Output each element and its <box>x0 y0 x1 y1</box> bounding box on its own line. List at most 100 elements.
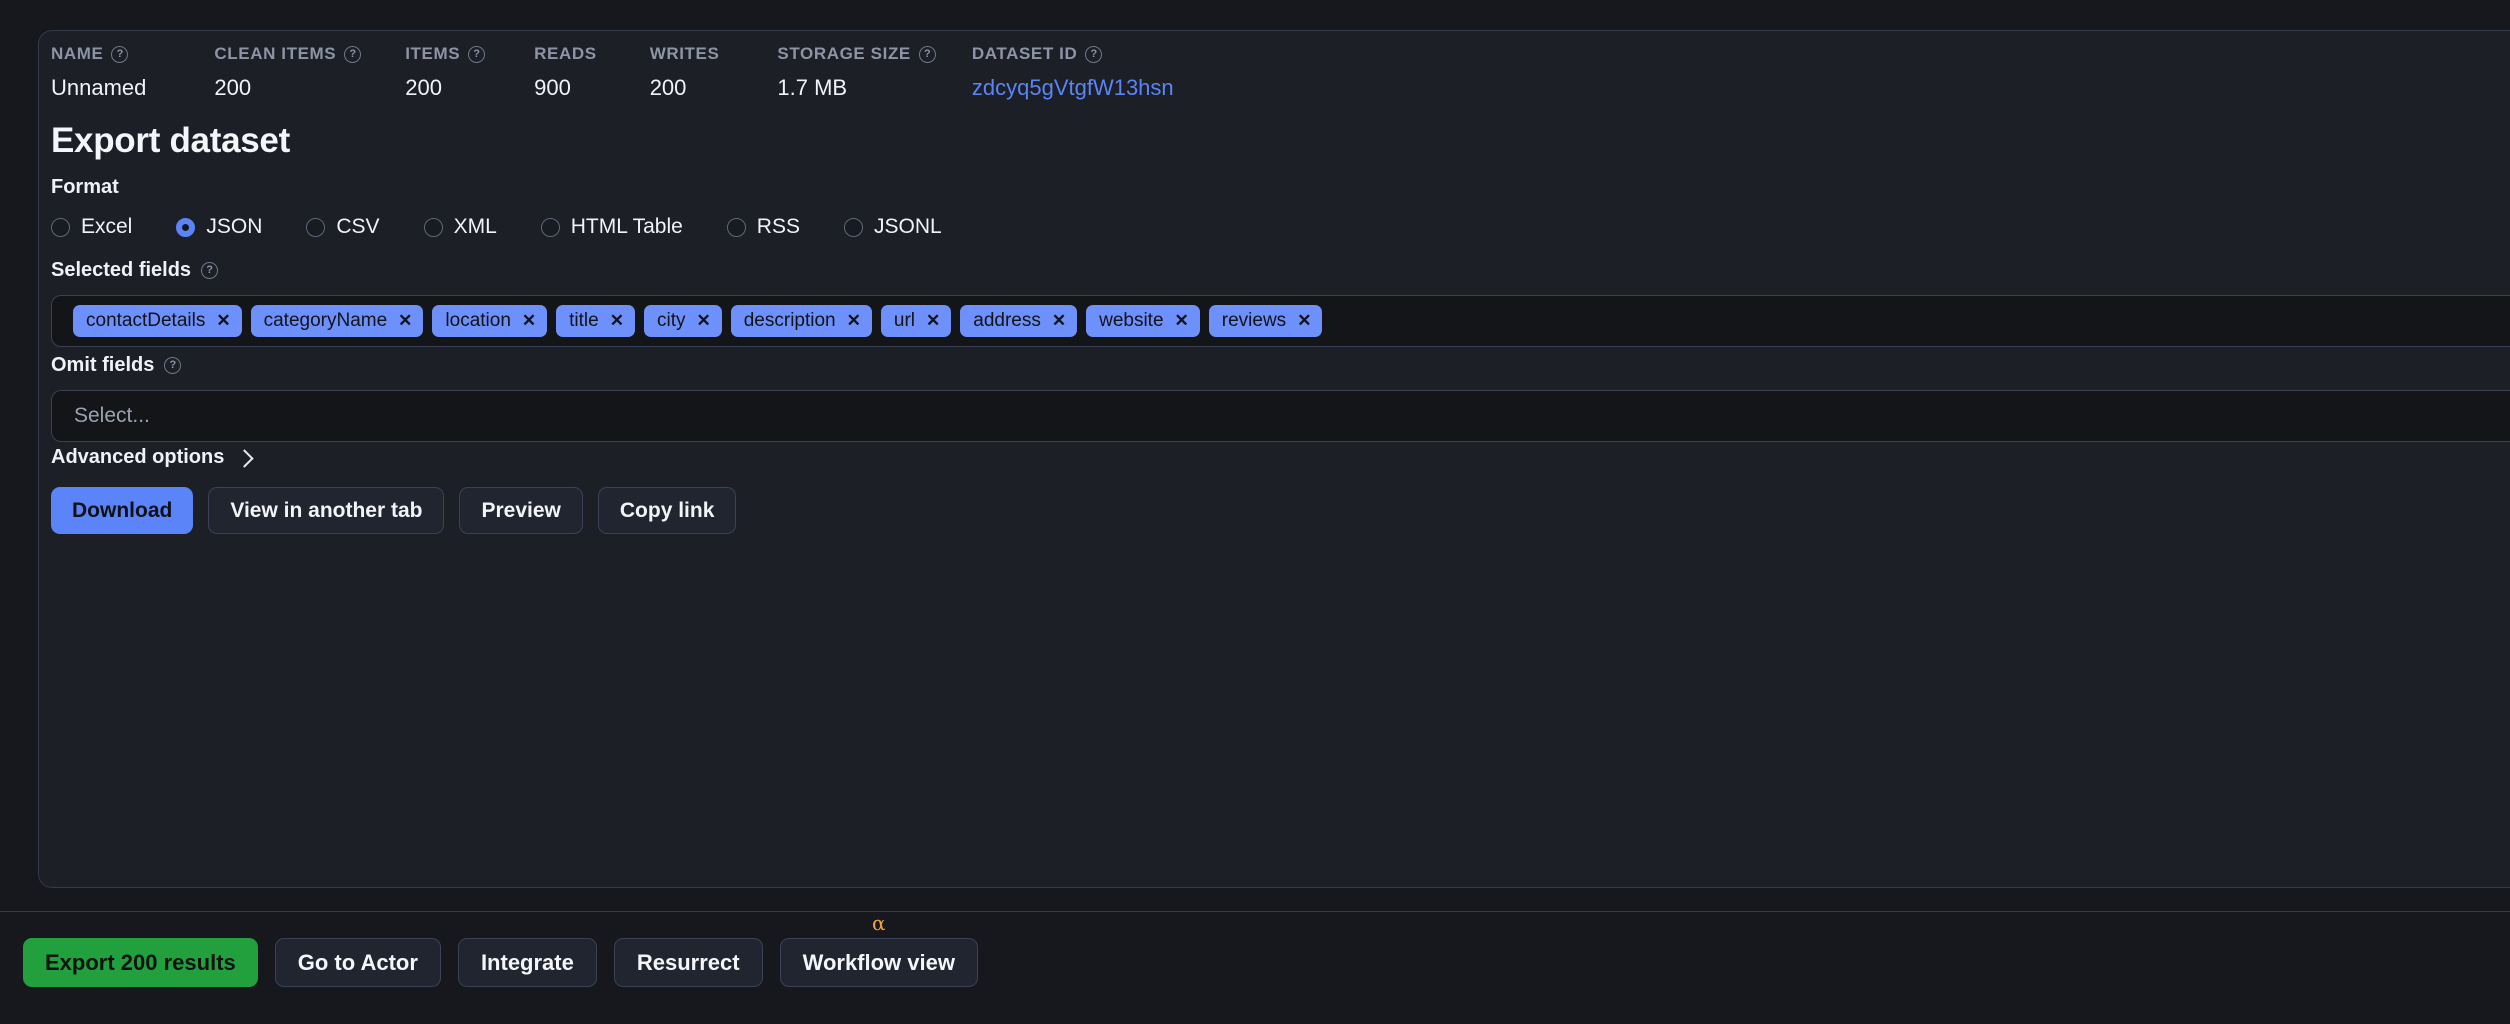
stat-label-row: READS <box>534 43 597 65</box>
chip-label: url <box>893 310 915 331</box>
question-mark-icon[interactable]: ? <box>1085 45 1103 63</box>
selected-fields-input[interactable]: contactDetails ✕ categoryName ✕ location ✕ tit… <box>51 295 2510 347</box>
chip-remove-icon[interactable]: ✕ <box>1052 311 1066 331</box>
omit-fields-label: Omit fields ? <box>51 354 2510 377</box>
chip-label: title <box>569 310 599 331</box>
bottom-button-wrapper: α Workflow view <box>779 911 978 987</box>
format-radio-excel[interactable]: Excel <box>51 215 132 239</box>
chip-remove-icon[interactable]: ✕ <box>398 311 412 331</box>
format-radio-label: HTML Table <box>570 215 683 238</box>
chip-remove-icon[interactable]: ✕ <box>847 311 861 331</box>
radio-button-icon[interactable] <box>306 217 326 237</box>
export-dataset-card: NAME? Unnamed CLEAN ITEMS? 200 ITEMS? 200 READ… <box>38 30 2510 888</box>
question-mark-icon[interactable]: ? <box>468 45 486 63</box>
chip-label: website <box>1099 310 1164 331</box>
omit-fields-placeholder: Select... <box>74 404 150 427</box>
resurrect-button[interactable]: Resurrect <box>613 938 763 987</box>
chip-label: categoryName <box>263 310 388 331</box>
radio-button-icon[interactable] <box>423 217 443 237</box>
selected-fields-label: Selected fields ? <box>51 259 2510 282</box>
stat-label: DATASET ID <box>971 44 1078 63</box>
stat-value: 200 <box>405 75 442 100</box>
export-actions: Download View in another tab Preview Copy l… <box>51 487 737 534</box>
selected-field-chip[interactable]: city ✕ <box>643 305 722 337</box>
selected-field-chip[interactable]: contactDetails ✕ <box>73 305 242 337</box>
stat-reads: READS 900 <box>534 43 597 101</box>
question-mark-icon[interactable]: ? <box>201 262 219 279</box>
selected-fields-label-text: Selected fields <box>51 259 192 281</box>
stat-label: WRITES <box>649 44 720 63</box>
format-radio-label: JSON <box>206 215 263 238</box>
copy-link-button[interactable]: Copy link <box>597 487 737 534</box>
chip-remove-icon[interactable]: ✕ <box>1175 311 1189 331</box>
stat-label-row: CLEAN ITEMS? <box>214 43 362 65</box>
stat-label: CLEAN ITEMS <box>214 44 337 63</box>
radio-button-icon[interactable] <box>51 217 70 237</box>
question-mark-icon[interactable]: ? <box>918 45 936 63</box>
omit-fields-input[interactable]: Select... <box>51 390 2510 442</box>
chip-remove-icon[interactable]: ✕ <box>522 311 536 331</box>
selected-field-chip[interactable]: address ✕ <box>960 305 1078 337</box>
chip-remove-icon[interactable]: ✕ <box>1297 311 1311 331</box>
chip-remove-icon[interactable]: ✕ <box>610 311 624 331</box>
format-radio-xml[interactable]: XML <box>423 215 497 239</box>
selected-fields-section: Selected fields ? contactDetails ✕ categor… <box>51 259 2510 347</box>
chip-label: location <box>445 310 511 331</box>
selected-field-chip[interactable]: reviews ✕ <box>1208 305 1323 337</box>
dataset-id-link[interactable]: zdcyq5gVtgfW13hsn <box>972 75 1174 101</box>
stat-writes: WRITES 200 <box>650 43 720 101</box>
go-to-actor-button[interactable]: Go to Actor <box>274 938 441 987</box>
stat-label-row: STORAGE SIZE? <box>777 43 936 65</box>
selected-field-chip[interactable]: description ✕ <box>730 305 872 337</box>
chip-remove-icon[interactable]: ✕ <box>926 311 940 331</box>
chip-remove-icon[interactable]: ✕ <box>696 311 710 331</box>
selected-field-chip[interactable]: location ✕ <box>432 305 548 337</box>
workflow-view-button[interactable]: Workflow view <box>779 938 978 987</box>
alpha-badge: α <box>872 911 886 935</box>
format-radio-label: JSONL <box>873 215 942 238</box>
question-mark-icon[interactable]: ? <box>111 45 129 63</box>
advanced-options-toggle[interactable]: Advanced options <box>51 446 255 469</box>
radio-button-icon[interactable] <box>540 217 560 237</box>
stat-value: 1.7 MB <box>777 75 848 100</box>
radio-button-icon[interactable] <box>726 217 746 237</box>
download-button[interactable]: Download <box>51 487 194 534</box>
chip-label: contactDetails <box>86 310 206 331</box>
export-200-results-button[interactable]: Export 200 results <box>23 938 258 987</box>
format-radio-json[interactable]: JSON <box>176 215 262 239</box>
format-radio-html-table[interactable]: HTML Table <box>540 215 683 239</box>
bottom-button-wrapper: Integrate <box>457 938 597 987</box>
format-section: Format Excel JSON CSV XML HTML Table RSS JSONL <box>51 176 942 239</box>
preview-button[interactable]: Preview <box>459 487 583 534</box>
format-label: Format <box>51 176 942 199</box>
integrate-button[interactable]: Integrate <box>457 938 597 987</box>
format-radio-label: XML <box>453 215 497 238</box>
page-title: Export dataset <box>51 121 290 160</box>
stat-label-row: ITEMS? <box>405 43 486 65</box>
format-radio-rss[interactable]: RSS <box>726 215 800 239</box>
selected-field-chip[interactable]: website ✕ <box>1086 305 1200 337</box>
selected-field-chip[interactable]: categoryName ✕ <box>250 305 424 337</box>
chip-label: reviews <box>1221 310 1287 331</box>
view-in-another-tab-button[interactable]: View in another tab <box>208 487 445 534</box>
stat-value: Unnamed <box>51 75 147 100</box>
radio-button-icon[interactable] <box>176 217 196 237</box>
bottom-button-wrapper: Export 200 results <box>23 938 258 987</box>
bottom-divider <box>0 911 2510 912</box>
radio-button-icon[interactable] <box>843 217 863 237</box>
format-radio-jsonl[interactable]: JSONL <box>843 215 942 239</box>
question-mark-icon[interactable]: ? <box>344 45 362 63</box>
format-radio-csv[interactable]: CSV <box>306 215 380 239</box>
format-label-text: Format <box>51 176 119 198</box>
stat-label-row: DATASET ID? <box>972 43 1174 65</box>
omit-fields-label-text: Omit fields <box>51 354 155 376</box>
question-mark-icon[interactable]: ? <box>164 357 182 374</box>
stat-value: 200 <box>649 75 687 100</box>
chevron-right-icon <box>235 448 255 468</box>
format-radio-group[interactable]: Excel JSON CSV XML HTML Table RSS JSONL <box>51 215 942 239</box>
chip-label: address <box>973 310 1041 331</box>
selected-field-chip[interactable]: title ✕ <box>556 305 635 337</box>
format-radio-label: RSS <box>756 215 800 238</box>
chip-remove-icon[interactable]: ✕ <box>216 311 230 331</box>
selected-field-chip[interactable]: url ✕ <box>880 305 952 337</box>
